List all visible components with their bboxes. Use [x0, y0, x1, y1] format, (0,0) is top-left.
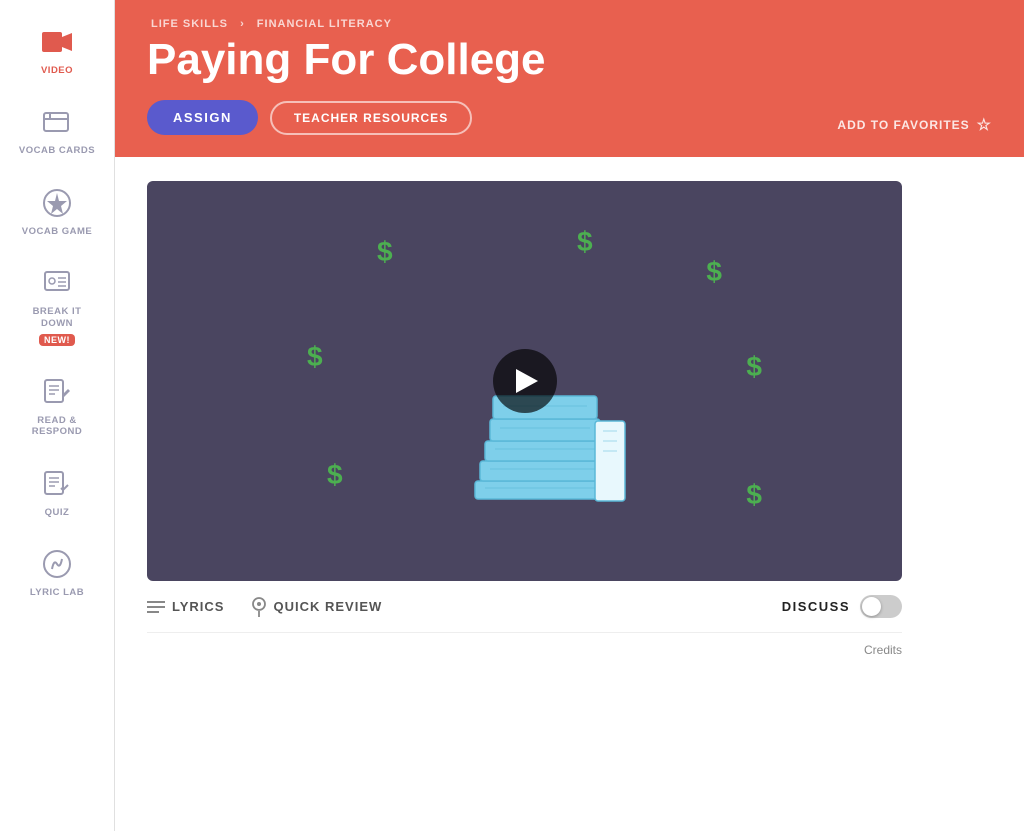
- teacher-resources-button[interactable]: TEACHER RESOURCES: [270, 101, 472, 135]
- content-area: $ $ $ $ $ $ $: [115, 157, 1024, 831]
- break-it-down-icon: [39, 265, 75, 301]
- vocab-game-icon: [39, 185, 75, 221]
- page-title: Paying For College: [147, 36, 992, 84]
- sidebar-item-label-read-respond: READ & RESPOND: [32, 415, 82, 438]
- lyric-lab-icon: [39, 546, 75, 582]
- quiz-icon: [39, 466, 75, 502]
- sidebar-item-label-vocab-game: VOCAB GAME: [22, 226, 92, 237]
- dollar-sign-2: $: [577, 226, 593, 258]
- vocab-cards-icon: [39, 104, 75, 140]
- lyrics-icon: [147, 598, 165, 616]
- sidebar-item-label-video: VIDEO: [41, 65, 73, 76]
- video-player[interactable]: $ $ $ $ $ $ $: [147, 181, 902, 581]
- quick-review-button[interactable]: QUICK REVIEW: [252, 597, 382, 617]
- sidebar-item-lyric-lab[interactable]: LYRIC LAB: [0, 532, 114, 612]
- sidebar-item-read-respond[interactable]: READ & RESPOND: [0, 360, 114, 452]
- main-content: LIFE SKILLS › FINANCIAL LITERACY Paying …: [115, 0, 1024, 831]
- credits-label[interactable]: Credits: [864, 643, 902, 657]
- add-to-favorites-button[interactable]: ADD TO FAVORITES ☆: [837, 115, 992, 135]
- sidebar-item-vocab-cards[interactable]: VOCAB CARDS: [0, 90, 114, 170]
- new-badge: NEW!: [39, 334, 75, 346]
- discuss-group: DISCUSS: [782, 595, 902, 618]
- credits-bar: Credits: [147, 633, 902, 667]
- sidebar-item-label-break-it-down: BREAK IT DOWN: [33, 306, 82, 329]
- dollar-sign-4: $: [307, 341, 323, 373]
- video-controls: LYRICS QUICK REVIEW DISCUSS: [147, 581, 902, 633]
- sidebar-item-vocab-game[interactable]: VOCAB GAME: [0, 171, 114, 251]
- sidebar-item-label-vocab-cards: VOCAB CARDS: [19, 145, 95, 156]
- sidebar-item-label-lyric-lab: LYRIC LAB: [30, 587, 84, 598]
- discuss-label: DISCUSS: [782, 599, 850, 614]
- read-respond-icon: [39, 374, 75, 410]
- dollar-sign-5: $: [327, 459, 343, 491]
- dollar-sign-1: $: [377, 236, 393, 268]
- play-button[interactable]: [493, 349, 557, 413]
- dollar-sign-6: $: [746, 479, 762, 511]
- video-icon: [39, 24, 75, 60]
- play-icon: [516, 369, 538, 393]
- lyrics-button[interactable]: LYRICS: [147, 598, 224, 616]
- video-section: $ $ $ $ $ $ $: [115, 157, 1024, 667]
- star-icon: ☆: [977, 115, 992, 135]
- discuss-toggle[interactable]: [860, 595, 902, 618]
- dollar-sign-7: $: [746, 351, 762, 383]
- dollar-sign-3: $: [706, 256, 722, 288]
- sidebar-item-break-it-down[interactable]: BREAK IT DOWN NEW!: [0, 251, 114, 360]
- sidebar-item-video[interactable]: VIDEO: [0, 10, 114, 90]
- breadcrumb: LIFE SKILLS › FINANCIAL LITERACY: [147, 18, 992, 30]
- sidebar-item-label-quiz: QUIZ: [45, 507, 70, 518]
- hero-section: LIFE SKILLS › FINANCIAL LITERACY Paying …: [115, 0, 1024, 157]
- quick-review-icon: [252, 597, 266, 617]
- assign-button[interactable]: ASSIGN: [147, 100, 258, 135]
- sidebar: VIDEO VOCAB CARDS VOCAB GAME: [0, 0, 115, 831]
- sidebar-item-quiz[interactable]: QUIZ: [0, 452, 114, 532]
